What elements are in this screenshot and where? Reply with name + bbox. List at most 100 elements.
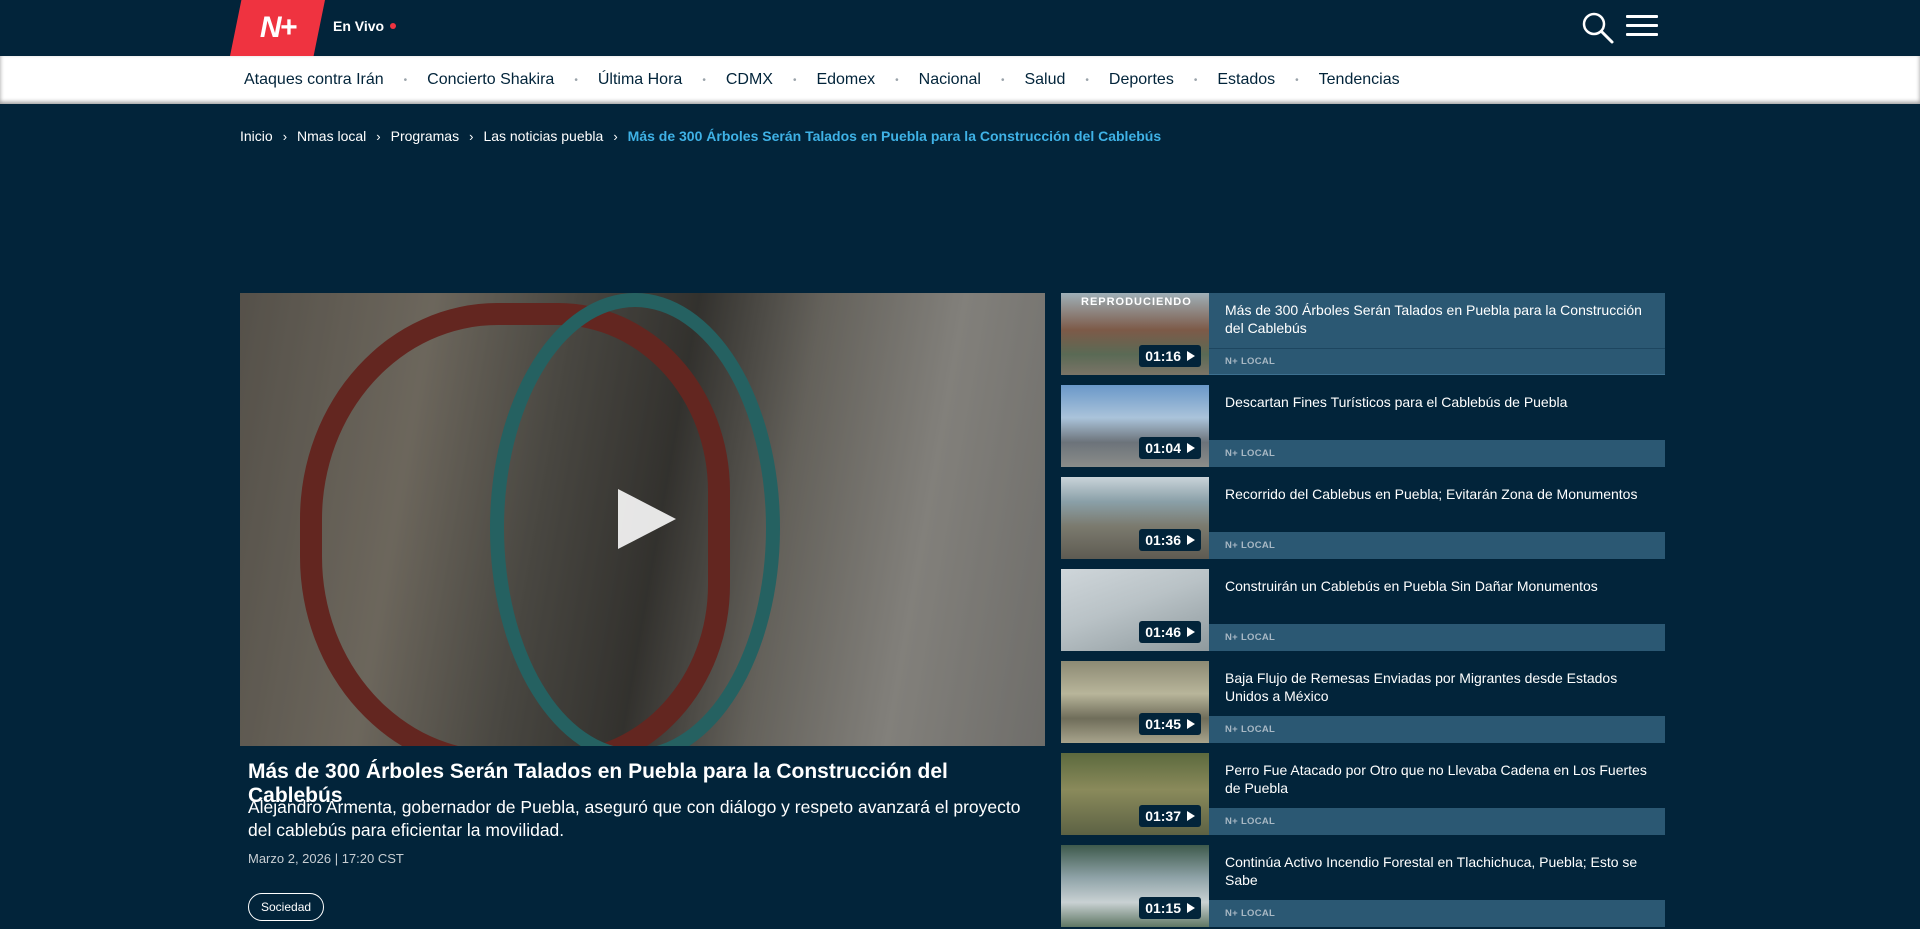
- chevron-right-icon: ›: [613, 128, 618, 144]
- play-icon: [1187, 627, 1195, 637]
- live-dot-icon: [390, 23, 397, 29]
- video-thumbnail[interactable]: 01:15: [1061, 845, 1209, 927]
- nav-separator: •: [792, 74, 797, 86]
- chevron-right-icon: ›: [282, 128, 288, 144]
- breadcrumb-item[interactable]: Las noticias puebla: [483, 128, 603, 144]
- playlist-item-title[interactable]: Perro Fue Atacado por Otro que no Llevab…: [1225, 761, 1655, 797]
- duration-text: 01:36: [1145, 532, 1181, 548]
- playlist-item-title[interactable]: Descartan Fines Turísticos para el Cable…: [1225, 393, 1655, 411]
- playlist-item[interactable]: 01:46 Construirán un Cablebús en Puebla S…: [1061, 569, 1665, 651]
- playlist-item-info: Recorrido del Cablebus en Puebla; Evitar…: [1209, 477, 1665, 559]
- live-label: En Vivo: [333, 18, 385, 34]
- nav-separator: •: [1085, 74, 1089, 86]
- nav-separator: •: [1193, 74, 1198, 86]
- playlist-item-source: N+ LOCAL: [1209, 808, 1665, 835]
- duration-badge: 01:45: [1139, 713, 1201, 735]
- breadcrumb-item[interactable]: Nmas local: [297, 128, 366, 144]
- playlist-item-title[interactable]: Recorrido del Cablebus en Puebla; Evitar…: [1225, 485, 1655, 503]
- play-icon: [1187, 719, 1195, 729]
- duration-badge: 01:36: [1139, 529, 1201, 551]
- video-player[interactable]: [240, 293, 1045, 746]
- playlist-item-source: N+ LOCAL: [1209, 716, 1665, 743]
- nav-separator: •: [895, 74, 899, 86]
- nav-item[interactable]: Ataques contra Irán: [240, 71, 388, 89]
- playlist-item[interactable]: 01:15 Continúa Activo Incendio Forestal e…: [1061, 845, 1665, 927]
- nav-separator: •: [1000, 74, 1005, 86]
- playlist-item-info: Continúa Activo Incendio Forestal en Tla…: [1209, 845, 1665, 927]
- playlist-item-info: Baja Flujo de Remesas Enviadas por Migra…: [1209, 661, 1665, 743]
- duration-text: 01:45: [1145, 716, 1181, 732]
- nav-list: Ataques contra Irán • Concierto Shakira • Úl…: [240, 56, 1404, 104]
- video-thumbnail[interactable]: 01:36: [1061, 477, 1209, 559]
- video-thumbnail[interactable]: 01:37: [1061, 753, 1209, 835]
- play-icon: [1187, 351, 1195, 361]
- play-icon: [1187, 535, 1195, 545]
- video-thumbnail[interactable]: 01:04: [1061, 385, 1209, 467]
- top-header: N+ En Vivo: [0, 0, 1920, 56]
- nav-separator: •: [574, 74, 578, 86]
- playlist-item-source: N+ LOCAL: [1209, 624, 1665, 651]
- playlist-item-source: N+ LOCAL: [1209, 532, 1665, 559]
- playlist-item-title[interactable]: Construirán un Cablebús en Puebla Sin Da…: [1225, 577, 1655, 595]
- duration-badge: 01:15: [1139, 897, 1201, 919]
- duration-badge: 01:37: [1139, 805, 1201, 827]
- duration-badge: 01:04: [1139, 437, 1201, 459]
- playlist-item-info: Construirán un Cablebús en Puebla Sin Da…: [1209, 569, 1665, 651]
- duration-text: 01:37: [1145, 808, 1181, 824]
- playlist-item[interactable]: 01:45 Baja Flujo de Remesas Enviadas por …: [1061, 661, 1665, 743]
- video-thumbnail[interactable]: REPRODUCIENDO 01:16: [1061, 293, 1209, 375]
- playlist-item-title[interactable]: Más de 300 Árboles Serán Talados en Pueb…: [1225, 301, 1655, 337]
- play-icon[interactable]: [618, 489, 676, 549]
- play-icon: [1187, 903, 1195, 913]
- menu-icon[interactable]: [1626, 12, 1658, 42]
- play-icon: [1187, 811, 1195, 821]
- playlist-item-title[interactable]: Continúa Activo Incendio Forestal en Tla…: [1225, 853, 1655, 889]
- playlist-item-source: N+ LOCAL: [1209, 440, 1665, 467]
- now-playing-label: REPRODUCIENDO: [1081, 296, 1192, 308]
- breadcrumb-current: Más de 300 Árboles Serán Talados en Pueb…: [627, 128, 1162, 144]
- article-date: Marzo 2, 2026 | 17:20 CST: [248, 851, 404, 866]
- section-nav: Ataques contra Irán • Concierto Shakira • Úl…: [0, 56, 1920, 104]
- nav-item[interactable]: Deportes: [1105, 71, 1178, 89]
- playlist-item-info: Perro Fue Atacado por Otro que no Llevab…: [1209, 753, 1665, 835]
- duration-text: 01:46: [1145, 624, 1181, 640]
- nav-item[interactable]: CDMX: [722, 71, 777, 89]
- nav-separator: •: [1295, 74, 1299, 86]
- nav-separator: •: [702, 74, 706, 86]
- chevron-right-icon: ›: [376, 128, 381, 144]
- article-summary: Alejandro Armenta, gobernador de Puebla,…: [248, 797, 1021, 840]
- search-icon[interactable]: [1580, 10, 1616, 46]
- nav-item[interactable]: Última Hora: [594, 71, 686, 89]
- video-thumbnail[interactable]: 01:46: [1061, 569, 1209, 651]
- nav-separator: •: [403, 74, 408, 86]
- breadcrumb-item[interactable]: Inicio: [240, 128, 273, 144]
- playlist-item[interactable]: 01:37 Perro Fue Atacado por Otro que no L…: [1061, 753, 1665, 835]
- playlist-item-info: Más de 300 Árboles Serán Talados en Pueb…: [1209, 293, 1665, 375]
- video-thumbnail[interactable]: 01:45: [1061, 661, 1209, 743]
- duration-text: 01:15: [1145, 900, 1181, 916]
- playlist-item-title[interactable]: Baja Flujo de Remesas Enviadas por Migra…: [1225, 669, 1655, 705]
- live-link[interactable]: En Vivo: [333, 18, 397, 34]
- nav-item[interactable]: Edomex: [812, 71, 879, 89]
- brand-logo[interactable]: N+: [230, 0, 325, 56]
- nav-item[interactable]: Estados: [1213, 71, 1279, 89]
- nav-item[interactable]: Nacional: [915, 71, 985, 89]
- nav-item[interactable]: Concierto Shakira: [423, 71, 558, 89]
- nav-item[interactable]: Tendencias: [1315, 71, 1404, 89]
- chevron-right-icon: ›: [469, 128, 474, 144]
- tag-sociedad[interactable]: Sociedad: [248, 893, 325, 921]
- duration-badge: 01:16: [1139, 345, 1201, 367]
- playlist-item[interactable]: REPRODUCIENDO 01:16 Más de 300 Árboles Ser…: [1061, 293, 1665, 375]
- nav-item[interactable]: Salud: [1020, 71, 1069, 89]
- breadcrumb-item[interactable]: Programas: [391, 128, 459, 144]
- playlist-item-source: N+ LOCAL: [1209, 900, 1665, 927]
- playlist-item-info: Descartan Fines Turísticos para el Cable…: [1209, 385, 1665, 467]
- duration-text: 01:16: [1145, 348, 1181, 364]
- duration-text: 01:04: [1145, 440, 1181, 456]
- playlist-item[interactable]: 01:36 Recorrido del Cablebus en Puebla; E…: [1061, 477, 1665, 559]
- logo-text: N+: [259, 11, 297, 44]
- playlist-item[interactable]: 01:04 Descartan Fines Turísticos para el …: [1061, 385, 1665, 467]
- duration-badge: 01:46: [1139, 621, 1201, 643]
- play-icon: [1187, 443, 1195, 453]
- breadcrumb: Inicio › Nmas local › Programas › Las noticias…: [240, 128, 1161, 144]
